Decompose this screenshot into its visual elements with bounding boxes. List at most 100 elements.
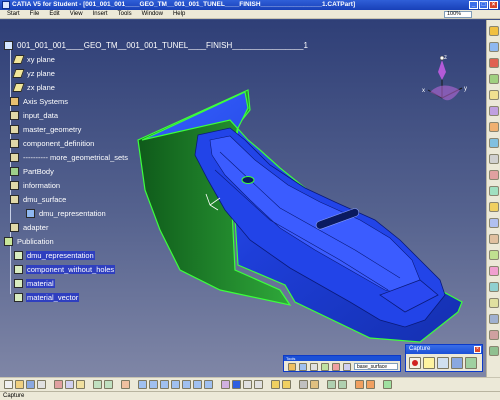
fly-mode-icon[interactable] xyxy=(138,380,147,389)
sketcher-icon[interactable] xyxy=(489,26,499,36)
in-work-object-field[interactable]: base_surface xyxy=(354,363,398,370)
tree-node-information[interactable]: information xyxy=(10,180,61,190)
plane-tool-icon[interactable] xyxy=(489,74,499,84)
law-icon[interactable] xyxy=(489,298,499,308)
normal-view-icon[interactable] xyxy=(204,380,213,389)
cut-icon[interactable] xyxy=(54,380,63,389)
offset-icon[interactable] xyxy=(489,202,499,212)
hide-show-icon[interactable] xyxy=(243,380,252,389)
tools-toolbar[interactable]: Tools base_surface xyxy=(283,355,401,372)
pan-icon[interactable] xyxy=(160,380,169,389)
tree-node-yz-plane[interactable]: yz plane xyxy=(12,68,56,78)
rotate-view-icon[interactable] xyxy=(171,380,180,389)
work-on-support-icon[interactable] xyxy=(321,363,329,371)
point-icon[interactable] xyxy=(489,42,499,52)
tree-node-pub-material-vector[interactable]: material_vector xyxy=(14,292,80,302)
formula-icon[interactable] xyxy=(327,380,336,389)
tree-node-dmu-surface[interactable]: dmu_surface xyxy=(10,194,67,204)
symmetry-icon[interactable] xyxy=(489,250,499,260)
revolve-icon[interactable] xyxy=(489,106,499,116)
split-icon[interactable] xyxy=(489,170,499,180)
open-icon[interactable] xyxy=(15,380,24,389)
maximize-button[interactable]: □ xyxy=(479,1,488,9)
tree-node-master-geometry[interactable]: master_geometry xyxy=(10,124,82,134)
redo-icon[interactable] xyxy=(104,380,113,389)
fillet-icon[interactable] xyxy=(489,282,499,292)
measure-item-icon[interactable] xyxy=(282,380,291,389)
hole-icon[interactable] xyxy=(355,380,364,389)
menu-file[interactable]: File xyxy=(25,11,45,17)
tree-node-pub-dmu-representation[interactable]: dmu_representation xyxy=(14,250,95,260)
capture-toolbar[interactable]: Capture × xyxy=(405,344,483,372)
tree-node-adapter[interactable]: adapter xyxy=(10,222,49,232)
update-all-icon[interactable] xyxy=(288,363,296,371)
specification-tree[interactable]: 001_001_001____GEO_TM__001_001_TUNEL____… xyxy=(2,22,308,312)
tree-node-more-geometrical-sets[interactable]: ---------- more_geometrical_sets xyxy=(10,152,129,162)
zoom-out-icon[interactable] xyxy=(193,380,202,389)
constraint-icon[interactable] xyxy=(383,380,392,389)
fill-icon[interactable] xyxy=(489,138,499,148)
grid-icon[interactable] xyxy=(299,363,307,371)
menu-window[interactable]: Window xyxy=(137,11,168,17)
tree-node-component-definition[interactable]: component_definition xyxy=(10,138,95,148)
shading-icon[interactable] xyxy=(232,380,241,389)
line-icon[interactable] xyxy=(489,58,499,68)
whats-this-icon[interactable] xyxy=(121,380,130,389)
extrude-icon[interactable] xyxy=(489,90,499,100)
tree-node-input-data[interactable]: input_data xyxy=(10,110,59,120)
tree-node-axis-systems[interactable]: Axis Systems xyxy=(10,96,69,106)
snap-icon[interactable] xyxy=(332,363,340,371)
fit-all-icon[interactable] xyxy=(149,380,158,389)
iso-view-icon[interactable] xyxy=(221,380,230,389)
scaling-icon[interactable] xyxy=(489,266,499,276)
zoom-select[interactable]: 100% xyxy=(444,11,472,18)
join-icon[interactable] xyxy=(489,154,499,164)
capture-close-button[interactable]: × xyxy=(474,346,481,353)
swap-visible-space-icon[interactable] xyxy=(254,380,263,389)
apply-material-icon[interactable] xyxy=(299,380,308,389)
catia-app-icon[interactable] xyxy=(2,1,10,9)
tree-node-partbody[interactable]: PartBody xyxy=(10,166,55,176)
catalog-browser-icon[interactable] xyxy=(310,380,319,389)
update-icon[interactable] xyxy=(489,346,499,356)
menu-insert[interactable]: Insert xyxy=(88,11,113,17)
tree-node-zx-plane[interactable]: zx plane xyxy=(12,82,56,92)
undo-icon[interactable] xyxy=(93,380,102,389)
trim-icon[interactable] xyxy=(489,186,499,196)
tree-node-pub-component-without-holes[interactable]: component_without_holes xyxy=(14,264,116,274)
menu-tools[interactable]: Tools xyxy=(113,11,137,17)
rotate-icon[interactable] xyxy=(489,234,499,244)
menu-help[interactable]: Help xyxy=(168,11,190,17)
knowledge-icon[interactable] xyxy=(338,380,347,389)
define-in-work-object-icon[interactable] xyxy=(343,363,351,371)
record-icon[interactable] xyxy=(409,357,421,369)
tree-node-xy-plane[interactable]: xy plane xyxy=(12,54,56,64)
analysis-icon[interactable] xyxy=(489,330,499,340)
copy-icon[interactable] xyxy=(65,380,74,389)
tree-node-pub-material[interactable]: material xyxy=(14,278,55,288)
measure-between-icon[interactable] xyxy=(271,380,280,389)
tree-node-dmu-representation-surface[interactable]: dmu_representation xyxy=(26,208,107,218)
zoom-in-icon[interactable] xyxy=(182,380,191,389)
screen-capture-icon[interactable] xyxy=(437,357,449,369)
pocket-icon[interactable] xyxy=(366,380,375,389)
tree-node-publication[interactable]: Publication xyxy=(4,236,55,246)
close-button[interactable]: × xyxy=(489,1,498,9)
image-album-icon[interactable] xyxy=(451,357,463,369)
compass-icon[interactable]: z y x xyxy=(420,50,475,120)
tree-root[interactable]: 001_001_001____GEO_TM__001_001_TUNEL____… xyxy=(4,40,309,50)
measure-icon[interactable] xyxy=(489,314,499,324)
paste-icon[interactable] xyxy=(76,380,85,389)
print-icon[interactable] xyxy=(37,380,46,389)
save-icon[interactable] xyxy=(26,380,35,389)
menu-edit[interactable]: Edit xyxy=(44,11,64,17)
xyz-icon[interactable] xyxy=(310,363,318,371)
menu-view[interactable]: View xyxy=(65,11,88,17)
translate-icon[interactable] xyxy=(489,218,499,228)
capture-options-icon[interactable] xyxy=(465,357,477,369)
minimize-button[interactable]: _ xyxy=(469,1,478,9)
capture-mode-icon[interactable] xyxy=(423,357,435,369)
menu-start[interactable]: Start xyxy=(2,11,25,17)
new-icon[interactable] xyxy=(4,380,13,389)
sweep-icon[interactable] xyxy=(489,122,499,132)
